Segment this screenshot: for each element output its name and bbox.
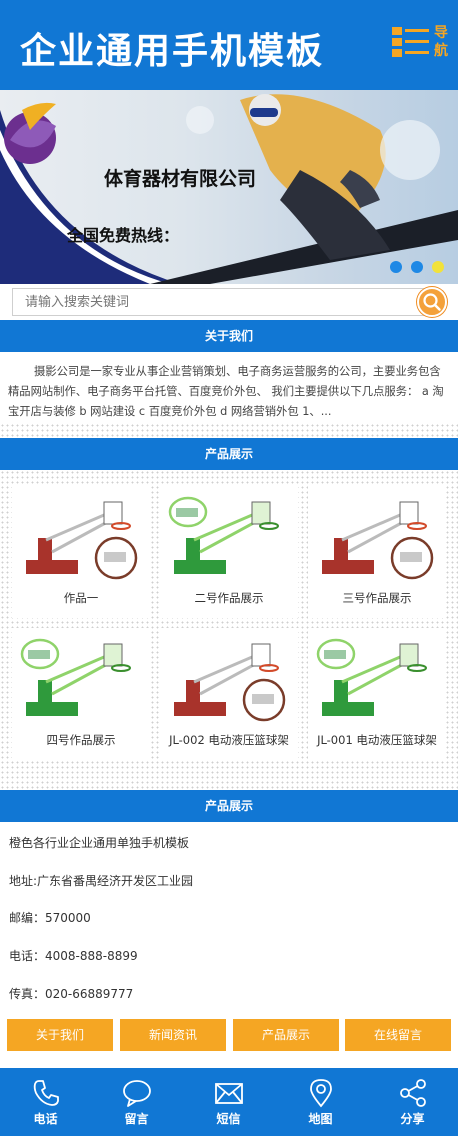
footer-phone[interactable]: 电话 [0,1068,91,1136]
products-heading[interactable]: 产品展示 [0,438,458,470]
product-image [322,501,434,580]
mail-icon [215,1083,243,1104]
banner-company-name: 体育器材有限公司 [104,168,257,190]
footer-share-label: 分享 [400,1112,425,1126]
product-card[interactable]: JL-002 电动液压篮球架 [160,628,298,760]
nav-label: 导航 [434,25,448,59]
product-card[interactable]: 四号作品展示 [12,628,150,760]
carousel-indicators [390,261,448,275]
contact-phone: 电话：4008-888-8899 [9,949,138,963]
footer-message[interactable]: 留言 [91,1068,182,1136]
carousel-dot-3[interactable] [432,261,444,273]
banner-hotline: 全国免费热线： [67,226,180,245]
product-card[interactable]: 二号作品展示 [160,486,298,618]
search-button[interactable] [417,287,447,317]
footer-map[interactable]: 地图 [275,1068,366,1136]
quick-link-about[interactable]: 关于我们 [7,1019,113,1051]
contact-company: 橙色各行业企业通用单独手机模板 [9,836,190,850]
product-image [20,638,131,716]
product-caption: JL-001 电动液压篮球架 [317,733,437,747]
footer-map-label: 地图 [308,1112,333,1126]
banner[interactable]: 体育器材有限公司 全国免费热线： [0,90,458,284]
carousel-dot-2[interactable] [411,261,423,273]
search-bar [12,287,447,317]
product-image [26,501,138,580]
map-pin-icon [310,1079,332,1108]
product-image [174,643,286,722]
header: 企业通用手机模板 导航 [0,0,458,90]
about-heading[interactable]: 关于我们 [0,320,458,352]
product-caption: 作品一 [63,591,99,605]
quick-link-products[interactable]: 产品展示 [233,1019,339,1051]
footer-share[interactable]: 分享 [367,1068,458,1136]
search-icon [423,293,441,311]
contact-info: 橙色各行业企业通用单独手机模板 地址:广东省番禺经济开发区工业园 邮编：5700… [0,822,458,1018]
site-title: 企业通用手机模板 [20,31,325,72]
product-image [316,638,427,716]
search-input[interactable] [12,288,432,316]
product-caption: JL-002 电动液压篮球架 [169,733,289,747]
contact-heading[interactable]: 产品展示 [0,790,458,822]
chat-icon [123,1080,151,1107]
product-caption: 二号作品展示 [194,591,264,605]
product-card[interactable]: 三号作品展示 [308,486,446,618]
footer-phone-label: 电话 [33,1112,58,1126]
section-divider [0,423,458,438]
product-card[interactable]: JL-001 电动液压篮球架 [308,628,446,760]
product-caption: 三号作品展示 [342,591,412,605]
quick-link-news[interactable]: 新闻资讯 [120,1019,226,1051]
product-grid: 作品一 二号作品展示 三号作品展示四号作品展示 JL-002 电动液压篮球架 JL-00… [0,470,458,790]
quick-link-message[interactable]: 在线留言 [345,1019,451,1051]
share-icon [400,1079,426,1107]
carousel-dot-1[interactable] [390,261,402,273]
footer-sms-label: 短信 [216,1112,241,1126]
menu-icon [392,27,429,57]
footer-message-label: 留言 [124,1112,149,1126]
phone-icon [33,1080,59,1106]
company-logo-icon [4,102,56,164]
contact-address: 地址:广东省番禺经济开发区工业园 [9,874,194,888]
contact-postcode: 邮编：570000 [9,911,91,925]
footer-sms[interactable]: 短信 [183,1068,274,1136]
product-caption: 四号作品展示 [46,733,116,747]
product-card[interactable]: 作品一 [12,486,150,618]
footer-toolbar: 电话 留言 短信 地图 分享 [0,1068,458,1136]
contact-fax: 传真：020-66889777 [9,987,134,1001]
product-image [168,496,279,574]
nav-button[interactable]: 导航 [392,22,454,66]
